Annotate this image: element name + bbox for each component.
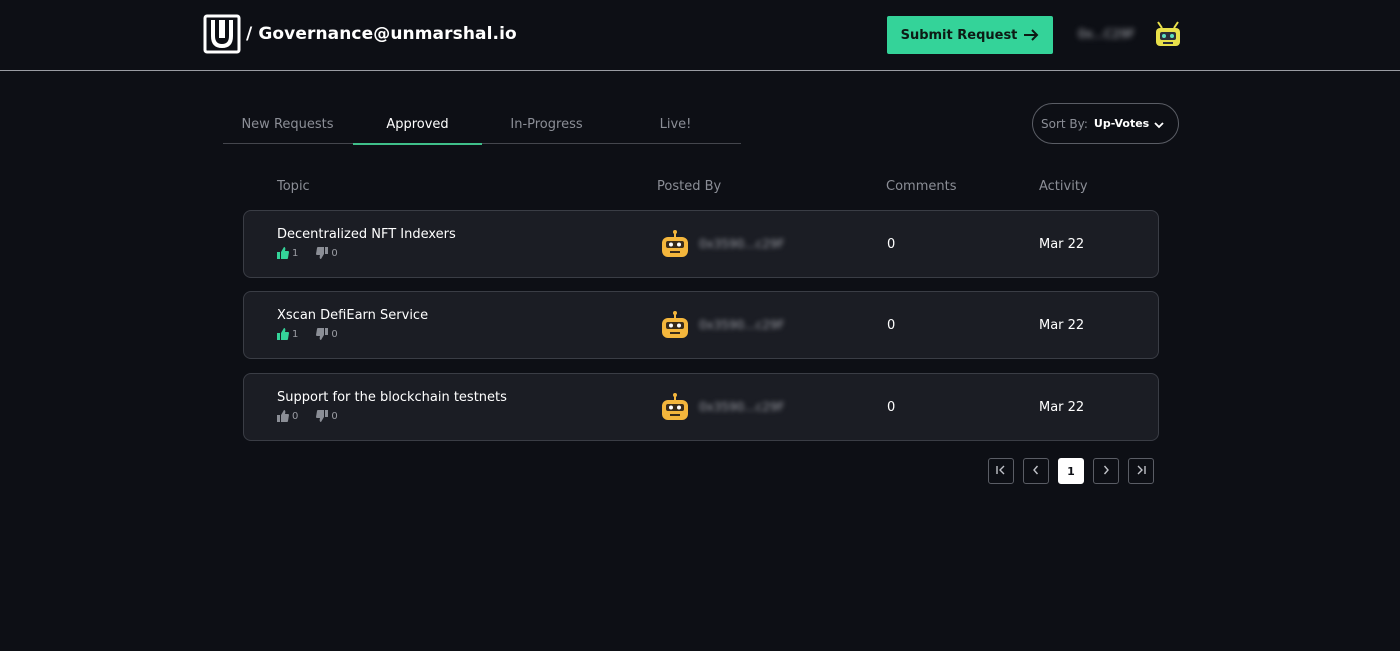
arrow-right-icon (1023, 28, 1039, 42)
upvote-count: 1 (292, 247, 299, 259)
chevron-right-icon (1101, 465, 1111, 478)
chevron-left-icon (1031, 465, 1041, 478)
comment-count: 0 (887, 400, 896, 415)
row-topic-title: Xscan DefiEarn Service (277, 308, 429, 323)
upvote-button[interactable]: 1 (277, 328, 298, 340)
activity-date: Mar 22 (1039, 400, 1085, 415)
previous-page-button[interactable] (1023, 458, 1049, 484)
upvote-button[interactable]: 0 (277, 410, 298, 422)
table-row[interactable]: Support for the blockchain testnets 0 0 … (243, 373, 1159, 441)
vote-group: 0 0 (277, 410, 356, 422)
column-header-topic: Topic (277, 179, 310, 194)
wallet-address[interactable]: 0x...C29F (1078, 27, 1135, 41)
row-topic-title: Decentralized NFT Indexers (277, 227, 456, 242)
sort-label: Sort By: (1041, 116, 1088, 131)
downvote-button[interactable]: 0 (316, 328, 338, 340)
last-page-icon (1135, 465, 1147, 478)
thumbs-up-icon (277, 410, 289, 422)
tab-new-requests[interactable]: New Requests (223, 104, 352, 144)
table-row[interactable]: Xscan DefiEarn Service 1 0 0x3590...c29F… (243, 291, 1159, 359)
thumbs-down-icon (316, 410, 329, 422)
poster-address[interactable]: 0x3590...c29F (699, 400, 785, 414)
chevron-down-icon (1154, 114, 1164, 133)
row-topic-title: Support for the blockchain testnets (277, 390, 507, 405)
last-page-button[interactable] (1128, 458, 1154, 484)
comment-count: 0 (887, 318, 896, 333)
submit-request-button[interactable]: Submit Request (887, 16, 1053, 54)
poster-avatar-icon (659, 229, 691, 261)
column-header-posted-by: Posted By (657, 179, 722, 194)
upvote-button[interactable]: 1 (277, 247, 298, 259)
downvote-count: 0 (331, 247, 338, 259)
vote-group: 1 0 (277, 328, 356, 340)
thumbs-up-icon (277, 247, 289, 259)
comment-count: 0 (887, 237, 896, 252)
downvote-count: 0 (331, 410, 338, 422)
tab-approved[interactable]: Approved (353, 104, 482, 145)
thumbs-down-icon (316, 328, 329, 340)
page-title: / Governance@unmarshal.io (246, 24, 517, 44)
poster-address[interactable]: 0x3590...c29F (699, 318, 785, 332)
robot-avatar-icon[interactable] (1154, 20, 1182, 50)
next-page-button[interactable] (1093, 458, 1119, 484)
thumbs-down-icon (316, 247, 329, 259)
downvote-count: 0 (331, 328, 338, 340)
poster-address[interactable]: 0x3590...c29F (699, 237, 785, 251)
first-page-button[interactable] (988, 458, 1014, 484)
submit-request-label: Submit Request (900, 27, 1018, 43)
page-number-button[interactable]: 1 (1058, 458, 1084, 484)
poster-avatar-icon (659, 392, 691, 424)
poster-avatar-icon (659, 310, 691, 342)
first-page-icon (995, 465, 1007, 478)
upvote-count: 1 (292, 328, 299, 340)
column-header-comments: Comments (886, 179, 957, 194)
thumbs-up-icon (277, 328, 289, 340)
sort-dropdown[interactable]: Sort By: Up-Votes (1032, 103, 1179, 144)
request-tabs: New Requests Approved In-Progress Live! (223, 104, 741, 145)
unmarshal-logo-icon[interactable] (203, 14, 241, 54)
activity-date: Mar 22 (1039, 318, 1085, 333)
tab-live[interactable]: Live! (611, 104, 740, 144)
top-header: / Governance@unmarshal.io Submit Request… (0, 0, 1400, 71)
activity-date: Mar 22 (1039, 237, 1085, 252)
table-row[interactable]: Decentralized NFT Indexers 1 0 0x3590...… (243, 210, 1159, 278)
column-header-activity: Activity (1039, 179, 1088, 194)
sort-value: Up-Votes (1093, 117, 1150, 130)
vote-group: 1 0 (277, 247, 356, 259)
downvote-button[interactable]: 0 (316, 410, 338, 422)
tab-in-progress[interactable]: In-Progress (482, 104, 611, 144)
upvote-count: 0 (292, 410, 299, 422)
downvote-button[interactable]: 0 (316, 247, 338, 259)
